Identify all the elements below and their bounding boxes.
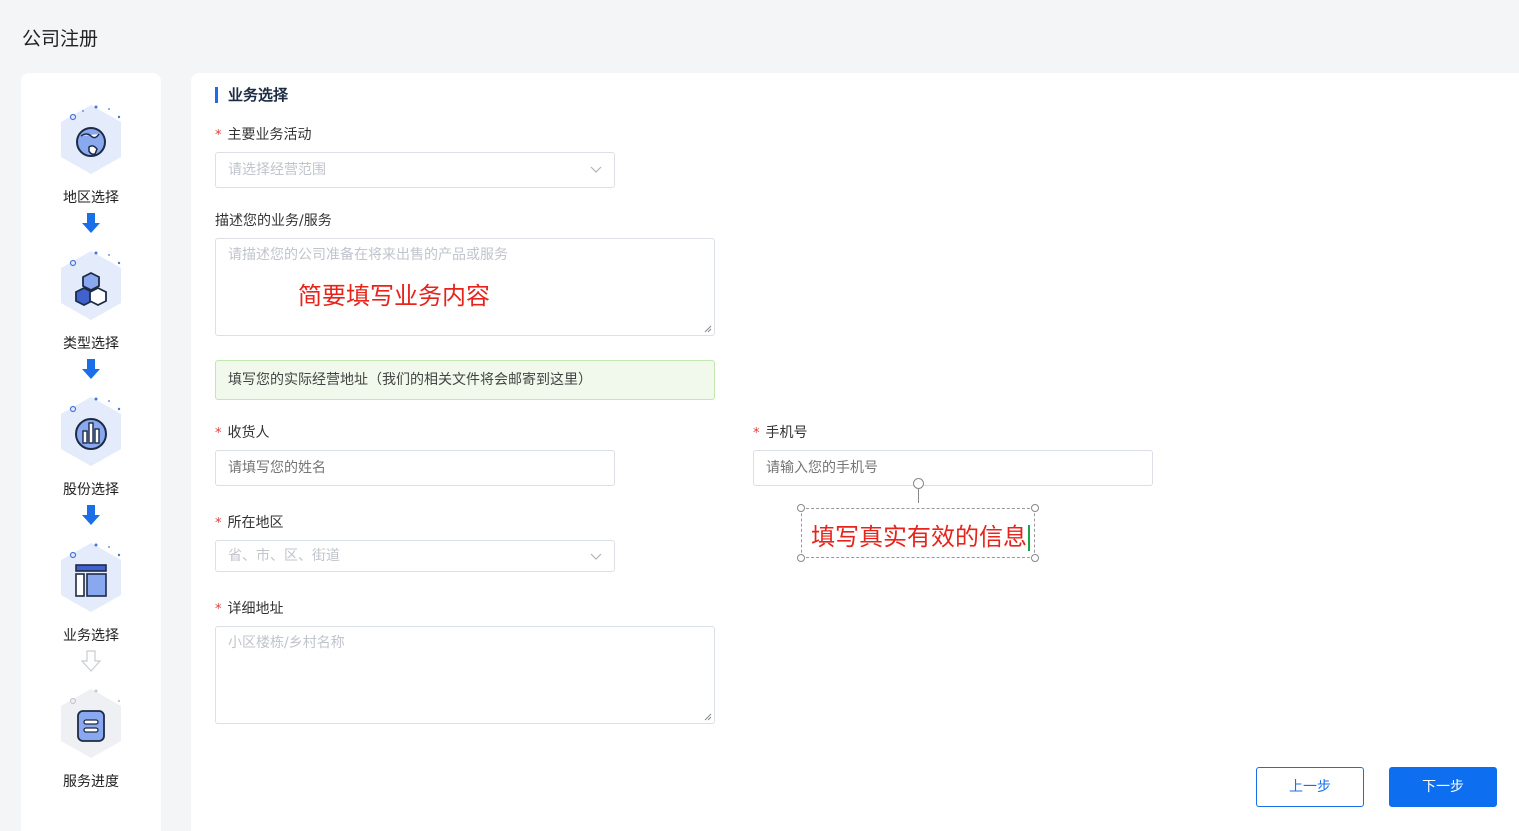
- step-shares[interactable]: 股份选择: [21, 387, 161, 499]
- business-activity-select[interactable]: 请选择经营范围: [215, 152, 615, 188]
- step-label: 服务进度: [63, 774, 119, 790]
- form-panel: 业务选择 * 主要业务活动 请选择经营范围 描述您的业务/服务 请描述您的公司准备…: [191, 73, 1519, 831]
- description-label: 描述您的业务/服务: [215, 213, 332, 229]
- detail-address-label: * 详细地址: [215, 601, 284, 617]
- layout-icon: [61, 543, 121, 612]
- resize-handle-icon[interactable]: [704, 713, 712, 721]
- resize-handle[interactable]: [1031, 504, 1039, 512]
- resize-handle[interactable]: [1031, 554, 1039, 562]
- phone-label: * 手机号: [753, 425, 808, 441]
- arrow-down-outline-icon: [81, 650, 101, 672]
- annotation-textbox[interactable]: 填写真实有效的信息: [797, 478, 1039, 562]
- next-step-button[interactable]: 下一步: [1389, 767, 1497, 807]
- page-title: 公司注册: [22, 28, 99, 50]
- section-title: 业务选择: [215, 87, 288, 103]
- prev-step-button[interactable]: 上一步: [1256, 767, 1364, 807]
- step-sidebar: 地区选择 类型选择 股份选择 业务选择 服务进度: [21, 73, 161, 831]
- chevron-down-icon: [590, 166, 602, 173]
- recipient-label: * 收货人: [215, 425, 270, 441]
- step-region[interactable]: 地区选择: [21, 95, 161, 207]
- business-activity-label: * 主要业务活动: [215, 127, 312, 143]
- detail-address-textarea[interactable]: 小区楼栋/乡村名称: [215, 626, 715, 724]
- step-business[interactable]: 业务选择: [21, 533, 161, 645]
- step-progress[interactable]: 服务进度: [21, 679, 161, 791]
- resize-handle[interactable]: [797, 554, 805, 562]
- resize-handle[interactable]: [797, 504, 805, 512]
- arrow-down-icon: [82, 213, 100, 233]
- text-cursor: [1028, 525, 1030, 551]
- phone-input[interactable]: [753, 450, 1153, 486]
- chevron-down-icon: [590, 553, 602, 560]
- address-tip: 填写您的实际经营地址（我们的相关文件将会邮寄到这里）: [215, 360, 715, 400]
- hexagons-icon: [61, 251, 121, 320]
- step-label: 股份选择: [63, 482, 119, 498]
- arrow-down-icon: [82, 505, 100, 525]
- rotate-handle[interactable]: [913, 478, 924, 489]
- arrow-down-icon: [82, 359, 100, 379]
- document-icon: [61, 689, 121, 758]
- required-mark: *: [215, 128, 222, 143]
- step-label: 地区选择: [63, 190, 119, 206]
- region-label: * 所在地区: [215, 515, 284, 531]
- recipient-input[interactable]: [215, 450, 615, 486]
- bar-chart-icon: [61, 397, 121, 466]
- description-annotation: 简要填写业务内容: [298, 282, 490, 310]
- step-label: 业务选择: [63, 628, 119, 644]
- resize-handle-icon[interactable]: [704, 325, 712, 333]
- info-annotation: 填写真实有效的信息: [811, 517, 1030, 552]
- region-select[interactable]: 省、市、区、街道: [215, 540, 615, 572]
- step-type[interactable]: 类型选择: [21, 241, 161, 353]
- globe-icon: [61, 105, 121, 174]
- step-label: 类型选择: [63, 336, 119, 352]
